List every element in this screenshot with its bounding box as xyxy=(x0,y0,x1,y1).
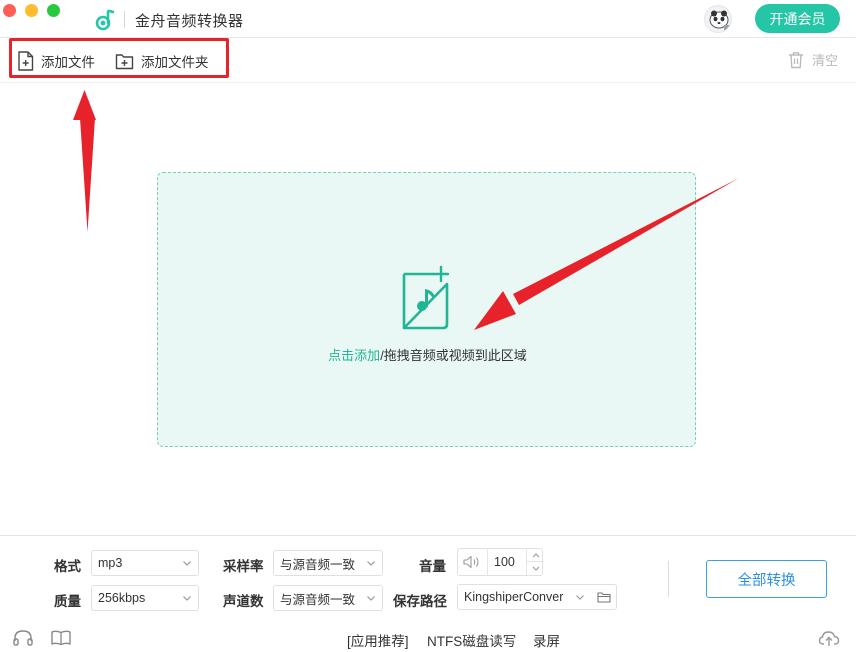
drop-hint: 点击添加/拖拽音频或视频到此区域 xyxy=(158,345,697,364)
drop-zone[interactable]: 点击添加/拖拽音频或视频到此区域 xyxy=(157,172,696,447)
avatar-icon[interactable] xyxy=(704,5,732,33)
chevron-down-icon xyxy=(183,596,191,601)
title-bar: 金舟音频转换器 开通会员 xyxy=(0,0,856,38)
add-file-button[interactable]: 添加文件 xyxy=(17,49,95,73)
ntfs-link[interactable]: NTFS磁盘读写 xyxy=(427,630,516,650)
screen-record-link[interactable]: 录屏 xyxy=(533,630,560,650)
format-label: 格式 xyxy=(54,559,81,574)
headset-icon[interactable] xyxy=(12,629,34,647)
browse-folder-button[interactable] xyxy=(591,584,617,610)
chevron-down-icon xyxy=(367,596,375,601)
format-select[interactable]: mp3 xyxy=(91,550,199,576)
savepath-select[interactable]: KingshiperConver xyxy=(457,584,592,610)
app-recommend-link[interactable]: [应用推荐] xyxy=(347,630,409,650)
chevron-down-icon xyxy=(532,566,539,571)
add-folder-label: 添加文件夹 xyxy=(141,55,209,70)
app-title: 金舟音频转换器 xyxy=(135,13,244,30)
samplerate-select[interactable]: 与源音频一致 xyxy=(273,550,383,576)
chevron-down-icon xyxy=(183,561,191,566)
add-folder-button[interactable]: 添加文件夹 xyxy=(115,49,209,73)
savepath-value: KingshiperConver xyxy=(464,590,564,604)
minimize-window-button[interactable] xyxy=(25,4,38,17)
add-file-icon xyxy=(18,51,34,71)
folder-icon xyxy=(596,591,611,603)
channels-value: 与源音频一致 xyxy=(280,592,356,607)
chevron-down-icon xyxy=(367,561,375,566)
music-file-add-icon xyxy=(402,265,450,330)
drop-hint-text: /拖拽音频或视频到此区域 xyxy=(380,348,527,363)
toolbar: 添加文件 添加文件夹 清空 xyxy=(0,39,856,83)
footer: [应用推荐] NTFS磁盘读写 录屏 xyxy=(0,622,856,652)
speaker-icon xyxy=(463,555,479,569)
settings-panel: 格式 mp3 质量 256kbps 采样率 与源音频一致 声道数 与源音频一致 … xyxy=(0,535,856,621)
title-separator xyxy=(124,11,125,28)
samplerate-value: 与源音频一致 xyxy=(280,557,356,572)
quality-value: 256kbps xyxy=(98,591,146,605)
samplerate-label: 采样率 xyxy=(223,559,264,574)
quality-select[interactable]: 256kbps xyxy=(91,585,199,611)
volume-label: 音量 xyxy=(419,559,446,574)
volume-stepper[interactable]: 100 xyxy=(457,548,544,576)
open-vip-button[interactable]: 开通会员 xyxy=(755,4,840,33)
annotation-arrow-up xyxy=(73,90,96,232)
add-file-label: 添加文件 xyxy=(41,55,95,70)
music-note-logo-icon xyxy=(95,9,115,31)
volume-up-button[interactable] xyxy=(527,549,544,562)
convert-all-button[interactable]: 全部转换 xyxy=(706,560,827,598)
close-window-button[interactable] xyxy=(3,4,16,17)
volume-down-button[interactable] xyxy=(527,562,544,575)
clear-label: 清空 xyxy=(811,53,838,68)
volume-value[interactable]: 100 xyxy=(494,555,515,569)
savepath-label: 保存路径 xyxy=(393,594,447,609)
volume-step-buttons xyxy=(526,549,544,575)
chevron-down-icon xyxy=(575,592,585,602)
book-icon[interactable] xyxy=(50,629,72,647)
cloud-upload-icon[interactable] xyxy=(818,629,840,647)
add-folder-icon xyxy=(115,54,134,70)
channels-label: 声道数 xyxy=(223,594,264,609)
channels-select[interactable]: 与源音频一致 xyxy=(273,585,383,611)
settings-divider xyxy=(668,561,669,597)
volume-separator xyxy=(487,549,488,575)
trash-icon xyxy=(788,51,803,68)
quality-label: 质量 xyxy=(54,594,81,609)
format-value: mp3 xyxy=(98,556,123,570)
click-add-link[interactable]: 点击添加 xyxy=(328,348,380,363)
clear-button[interactable]: 清空 xyxy=(788,50,838,69)
maximize-window-button[interactable] xyxy=(47,4,60,17)
chevron-up-icon xyxy=(532,553,539,558)
